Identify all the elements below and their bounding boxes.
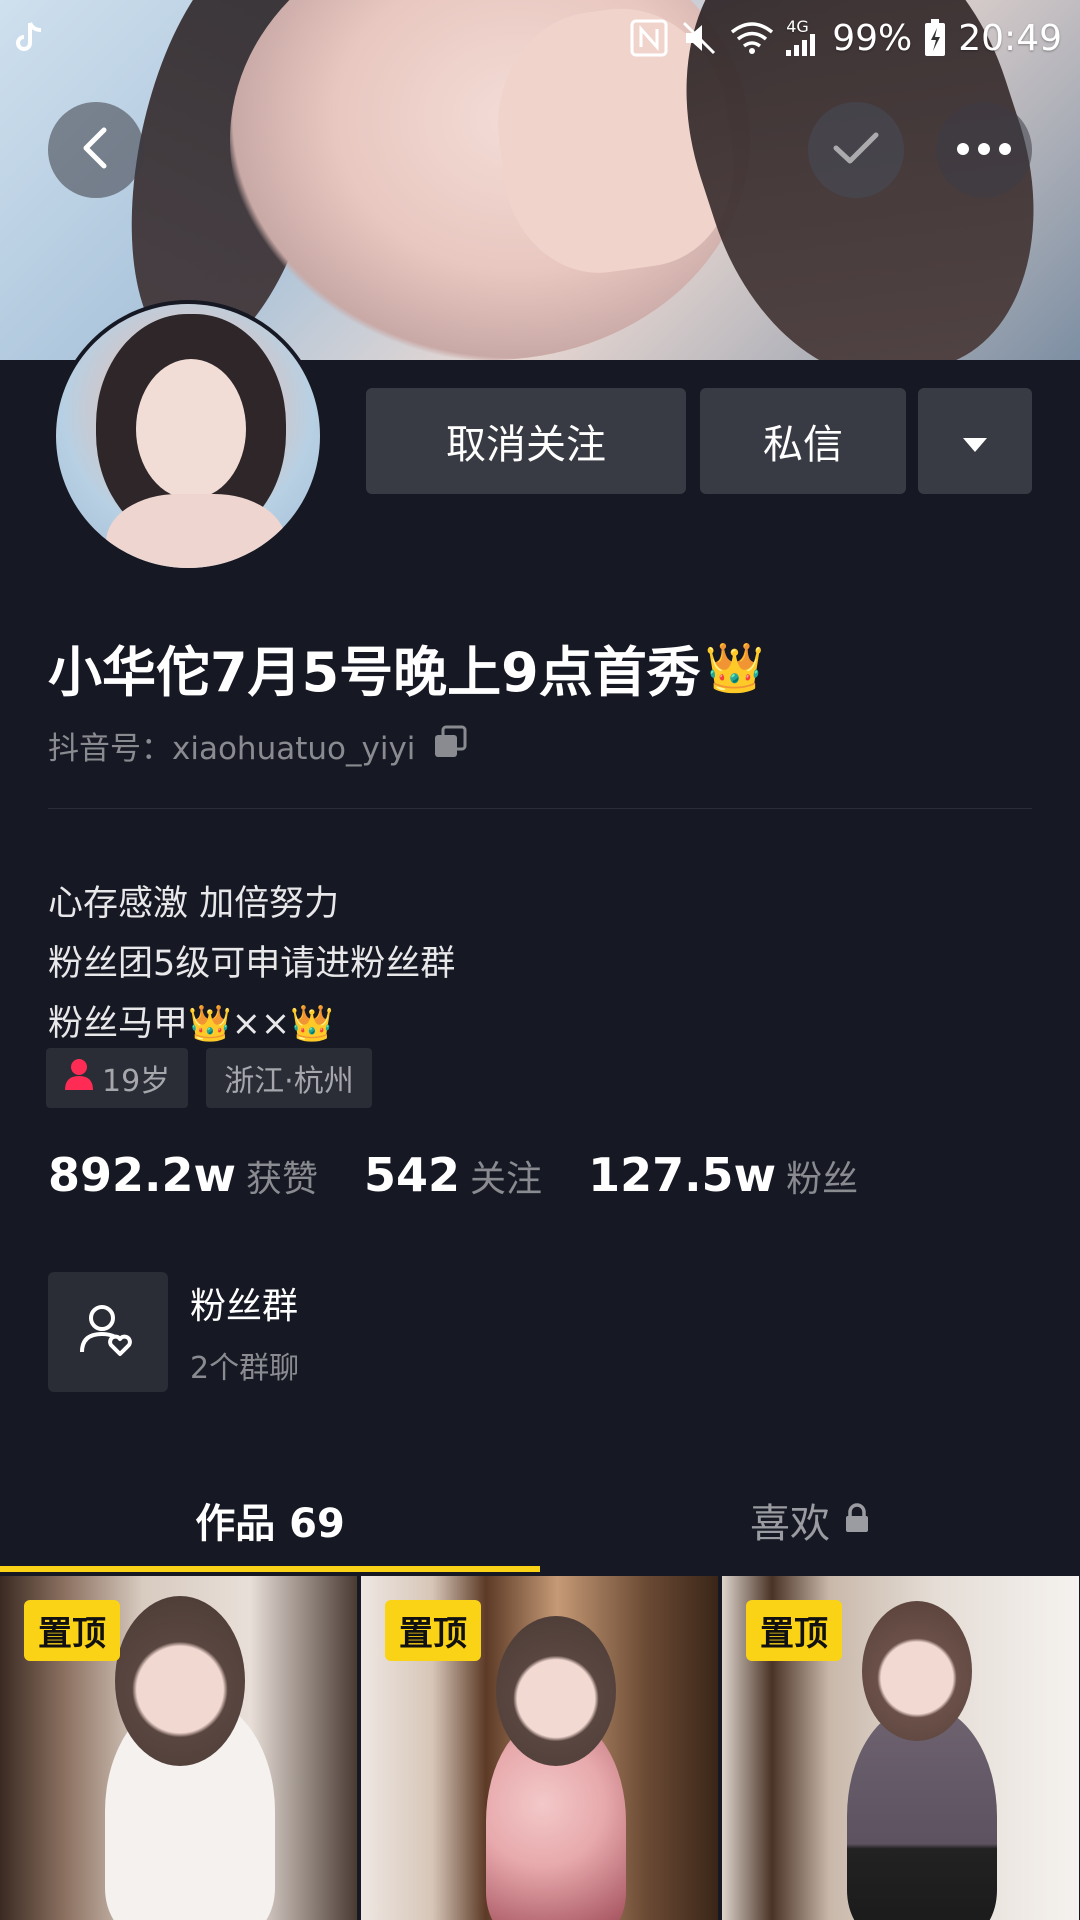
copy-icon[interactable] [433,725,467,767]
fan-group-title: 粉丝群 [190,1286,299,1327]
crown-emoji: 👑 [704,640,765,696]
battery-charging-icon [924,18,946,58]
fan-group-entry[interactable]: 粉丝群 2个群聊 [48,1272,299,1392]
video-thumbnail[interactable]: 置顶 [0,1576,357,1920]
profile-stats: 892.2w 获赞 542 关注 127.5w 粉丝 [48,1148,904,1202]
likes-count[interactable]: 892.2w [48,1148,236,1202]
divider [48,808,1032,809]
profile-tags: 19岁 浙江·杭州 [46,1048,372,1108]
bio-line: 粉丝马甲👑××👑 [48,1004,334,1044]
tab-indicator [0,1566,540,1572]
video-grid: 置顶 置顶 置顶 [0,1576,1080,1920]
mute-icon [680,18,718,58]
tab-likes-label: 喜欢 [750,1501,830,1547]
more-dots-icon [956,141,1012,160]
network-type-label: 4G [786,17,809,36]
pinned-badge: 置顶 [24,1600,120,1661]
pinned-badge: 置顶 [746,1600,842,1661]
age-tag: 19岁 [46,1048,189,1108]
tab-likes[interactable]: 喜欢 [540,1468,1080,1572]
content-tabs: 作品 69 喜欢 [0,1468,1080,1572]
followers-label: 粉丝 [786,1159,859,1200]
bio-line: 心存感激 加倍努力 [48,884,340,924]
wifi-icon [730,18,774,58]
likes-label: 获赞 [246,1159,319,1200]
tab-works-label: 作品 69 [195,1501,345,1547]
bio-line: 粉丝团5级可申请进粉丝群 [48,944,456,984]
profile-name-text: 小华佗7月5号晚上9点首秀 [48,641,701,704]
back-arrow-icon [76,124,116,176]
location-tag: 浙江·杭州 [206,1048,372,1108]
battery-percent: 99% [832,17,913,59]
age-text: 19岁 [102,1064,171,1099]
followed-check-button[interactable] [808,102,904,198]
followers-count[interactable]: 127.5w [588,1148,776,1202]
douyin-id: 抖音号：xiaohuatuo_yiyi [48,723,467,768]
nfc-icon [630,18,668,58]
user-heart-icon [78,1302,138,1362]
signal-icon: 4G [786,18,820,58]
tab-works[interactable]: 作品 69 [0,1468,540,1572]
avatar-body-shape [106,494,286,568]
avatar[interactable] [52,300,324,572]
back-button[interactable] [48,102,144,198]
lock-icon [844,1497,870,1543]
thumbnail-head-shape [115,1596,245,1766]
thumbnail-head-shape [862,1601,972,1741]
video-thumbnail[interactable]: 置顶 [722,1576,1079,1920]
clock-time: 20:49 [958,17,1062,59]
female-user-icon [64,1058,94,1098]
avatar-face-shape [136,359,246,499]
pinned-badge: 置顶 [385,1600,481,1661]
following-count[interactable]: 542 [364,1148,460,1202]
triangle-down-icon [961,418,989,464]
tiktok-note-icon [14,18,44,58]
recommend-dropdown-button[interactable] [918,388,1032,494]
message-button[interactable]: 私信 [700,388,906,494]
thumbnail-head-shape [496,1616,616,1766]
fan-group-icon-box [48,1272,168,1392]
fan-group-text: 粉丝群 2个群聊 [190,1277,299,1387]
more-options-button[interactable] [936,102,1032,198]
unfollow-button[interactable]: 取消关注 [366,388,686,494]
following-label: 关注 [470,1159,543,1200]
status-bar: 4G 99% 20:49 [0,0,1080,76]
bio: 心存感激 加倍努力 粉丝团5级可申请进粉丝群 粉丝马甲👑××👑 [48,874,455,1054]
check-icon [830,128,882,172]
douyin-id-text: 抖音号：xiaohuatuo_yiyi [48,731,416,767]
profile-name: 小华佗7月5号晚上9点首秀 👑 [48,628,765,707]
video-thumbnail[interactable]: 置顶 [361,1576,718,1920]
fan-group-subtitle: 2个群聊 [190,1351,300,1386]
